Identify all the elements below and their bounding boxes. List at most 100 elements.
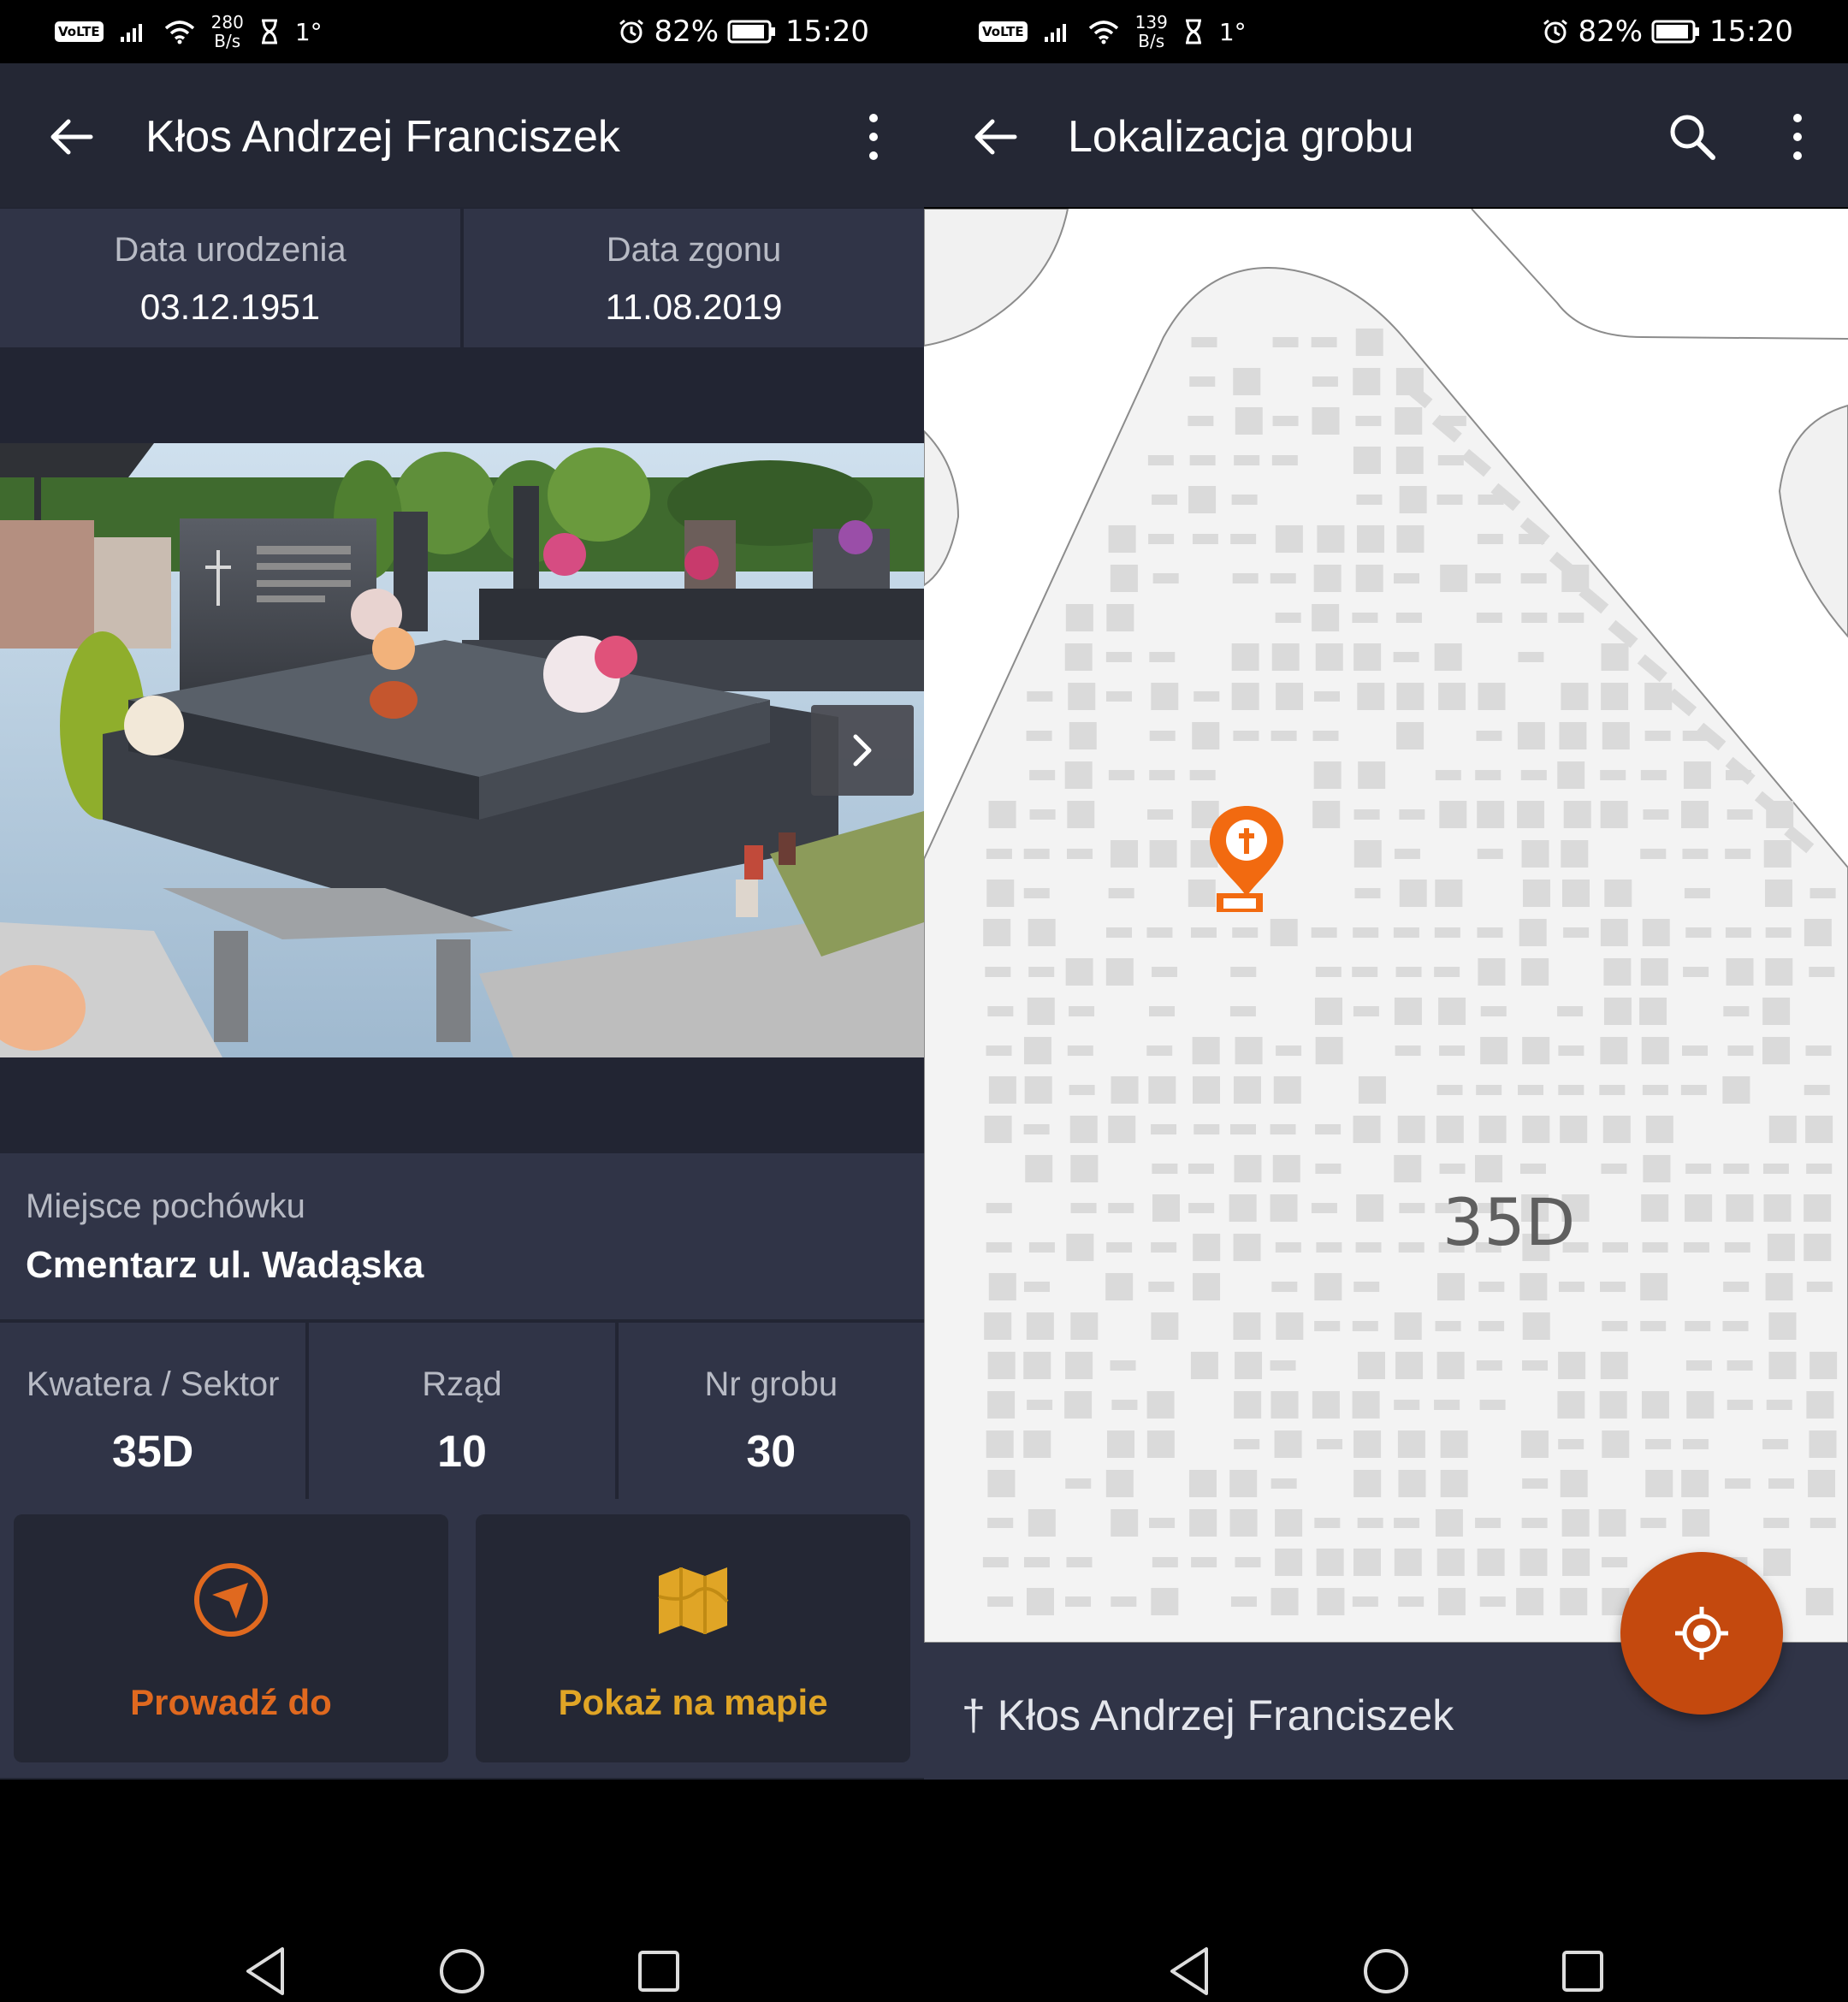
- my-location-button[interactable]: [1620, 1552, 1783, 1715]
- grave-plot: [1682, 1439, 1709, 1449]
- grave-plot: [1270, 919, 1298, 946]
- nav-recent-icon[interactable]: [1561, 1949, 1605, 1993]
- grave-plot: [1475, 770, 1502, 780]
- grave-plot: [1231, 683, 1259, 710]
- grave-plot: [1680, 1085, 1707, 1095]
- grave-photo[interactable]: [0, 443, 924, 1057]
- grave-plot: [1025, 1155, 1053, 1182]
- grave-plot: [1477, 849, 1503, 859]
- grave-plot: [1399, 880, 1427, 907]
- grave-plot: [1189, 376, 1216, 387]
- alarm-icon: [1543, 19, 1568, 44]
- sector-cell: Kwatera / Sektor 35D: [26, 1365, 280, 1477]
- grave-plot: [1560, 1470, 1588, 1497]
- nav-back-icon[interactable]: [1165, 1944, 1213, 1999]
- grave-plot: [1108, 1116, 1136, 1143]
- nav-recent-icon[interactable]: [637, 1949, 681, 1993]
- grave-plot: [1151, 1242, 1177, 1253]
- grave-plot: [1152, 495, 1178, 505]
- grave-plot: [1230, 967, 1257, 977]
- grave-plot: [986, 880, 1015, 907]
- more-vert-icon[interactable]: [1785, 111, 1810, 163]
- grave-plot: [1522, 1037, 1550, 1064]
- grave-plot: [1394, 1155, 1422, 1182]
- grave-plot: [1805, 1045, 1832, 1056]
- grave-plot: [1685, 1194, 1713, 1222]
- grave-plot: [1723, 1006, 1750, 1016]
- grave-plot: [1108, 525, 1136, 553]
- show-on-map-button[interactable]: Pokaż na mapie: [476, 1514, 910, 1762]
- grave-plot: [1356, 1194, 1384, 1222]
- grave-plot: [1271, 1282, 1298, 1292]
- grave-plot: [1562, 880, 1590, 907]
- grave-plot: [1067, 801, 1095, 828]
- grave-plot: [1683, 967, 1709, 977]
- grave-plot: [1231, 643, 1259, 671]
- more-vert-icon[interactable]: [861, 111, 886, 163]
- cemetery-map[interactable]: 35D: [924, 209, 1848, 1643]
- search-icon[interactable]: [1665, 110, 1720, 164]
- grave-plot: [1275, 525, 1303, 553]
- navigate-to-button[interactable]: Prowadź do: [14, 1514, 448, 1762]
- burial-place: Miejsce pochówku Cmentarz ul. Wadąska: [0, 1153, 924, 1319]
- grave-plot: [1602, 1557, 1628, 1567]
- grave-plot: [1683, 1242, 1709, 1253]
- nav-home-icon[interactable]: [438, 1947, 486, 1995]
- grave-plot: [1316, 1242, 1342, 1253]
- grave-plot: [1229, 1124, 1256, 1134]
- grave-plot: [1726, 958, 1754, 986]
- grave-plot: [1317, 525, 1345, 553]
- grave-pin-icon[interactable]: [1203, 803, 1290, 912]
- grave-plot: [1436, 1549, 1465, 1576]
- grave-plot: [1105, 1273, 1134, 1300]
- grave-plot: [1188, 1470, 1217, 1497]
- next-photo-button[interactable]: [811, 705, 914, 796]
- grave-plot: [1722, 1076, 1750, 1104]
- grave-plot: [1314, 998, 1342, 1025]
- my-location-icon: [1675, 1607, 1728, 1660]
- grave-plot: [1685, 1164, 1712, 1174]
- page-title: Kłos Andrzej Franciszek: [145, 112, 620, 162]
- battery-icon: [1651, 20, 1700, 44]
- grave-plot: [1190, 1352, 1218, 1379]
- grave-plot: [1353, 643, 1382, 671]
- grave-plot: [1477, 1549, 1505, 1576]
- grave-plot: [1643, 809, 1669, 820]
- grave-plot: [1067, 1045, 1093, 1056]
- grave-plot: [1317, 1439, 1343, 1449]
- nav-home-icon[interactable]: [1362, 1947, 1410, 1995]
- grave-plot: [1313, 761, 1342, 789]
- grave-plot: [1311, 337, 1337, 347]
- grave-plot: [1557, 761, 1585, 789]
- grave-plot: [1313, 691, 1340, 702]
- grave-plot: [1601, 1164, 1627, 1174]
- grave-plot: [1029, 809, 1056, 820]
- grave-plot: [1762, 998, 1791, 1025]
- nav-back-icon[interactable]: [241, 1944, 289, 1999]
- grave-plot: [1312, 801, 1341, 828]
- grave-plot: [1232, 573, 1259, 583]
- grave-plot: [982, 1557, 1009, 1567]
- grave-plot: [1436, 1273, 1465, 1300]
- grave-plot: [1557, 1391, 1585, 1419]
- grave-plot: [1521, 840, 1549, 868]
- grave-plot: [1398, 1596, 1424, 1607]
- grave-plot: [1193, 1234, 1221, 1261]
- grave-plot: [1353, 1430, 1382, 1458]
- grave-plot: [1111, 1596, 1137, 1607]
- grave-plot: [1434, 967, 1460, 977]
- back-arrow-icon[interactable]: [968, 110, 1023, 164]
- grave-plot: [1725, 927, 1751, 938]
- grave-plot: [1069, 1006, 1095, 1016]
- grave-plot: [1317, 1588, 1345, 1615]
- grave-plot: [1559, 722, 1587, 749]
- grave-plot: [1397, 1430, 1425, 1458]
- grave-plot: [1270, 573, 1296, 583]
- grave-plot: [1764, 880, 1792, 907]
- grave-plot: [1602, 1321, 1628, 1331]
- clock: 15:20: [785, 15, 869, 49]
- grave-plot: [1683, 761, 1711, 789]
- grave-plot: [1520, 1430, 1549, 1458]
- back-arrow-icon[interactable]: [44, 110, 99, 164]
- grave-plot: [1312, 407, 1340, 435]
